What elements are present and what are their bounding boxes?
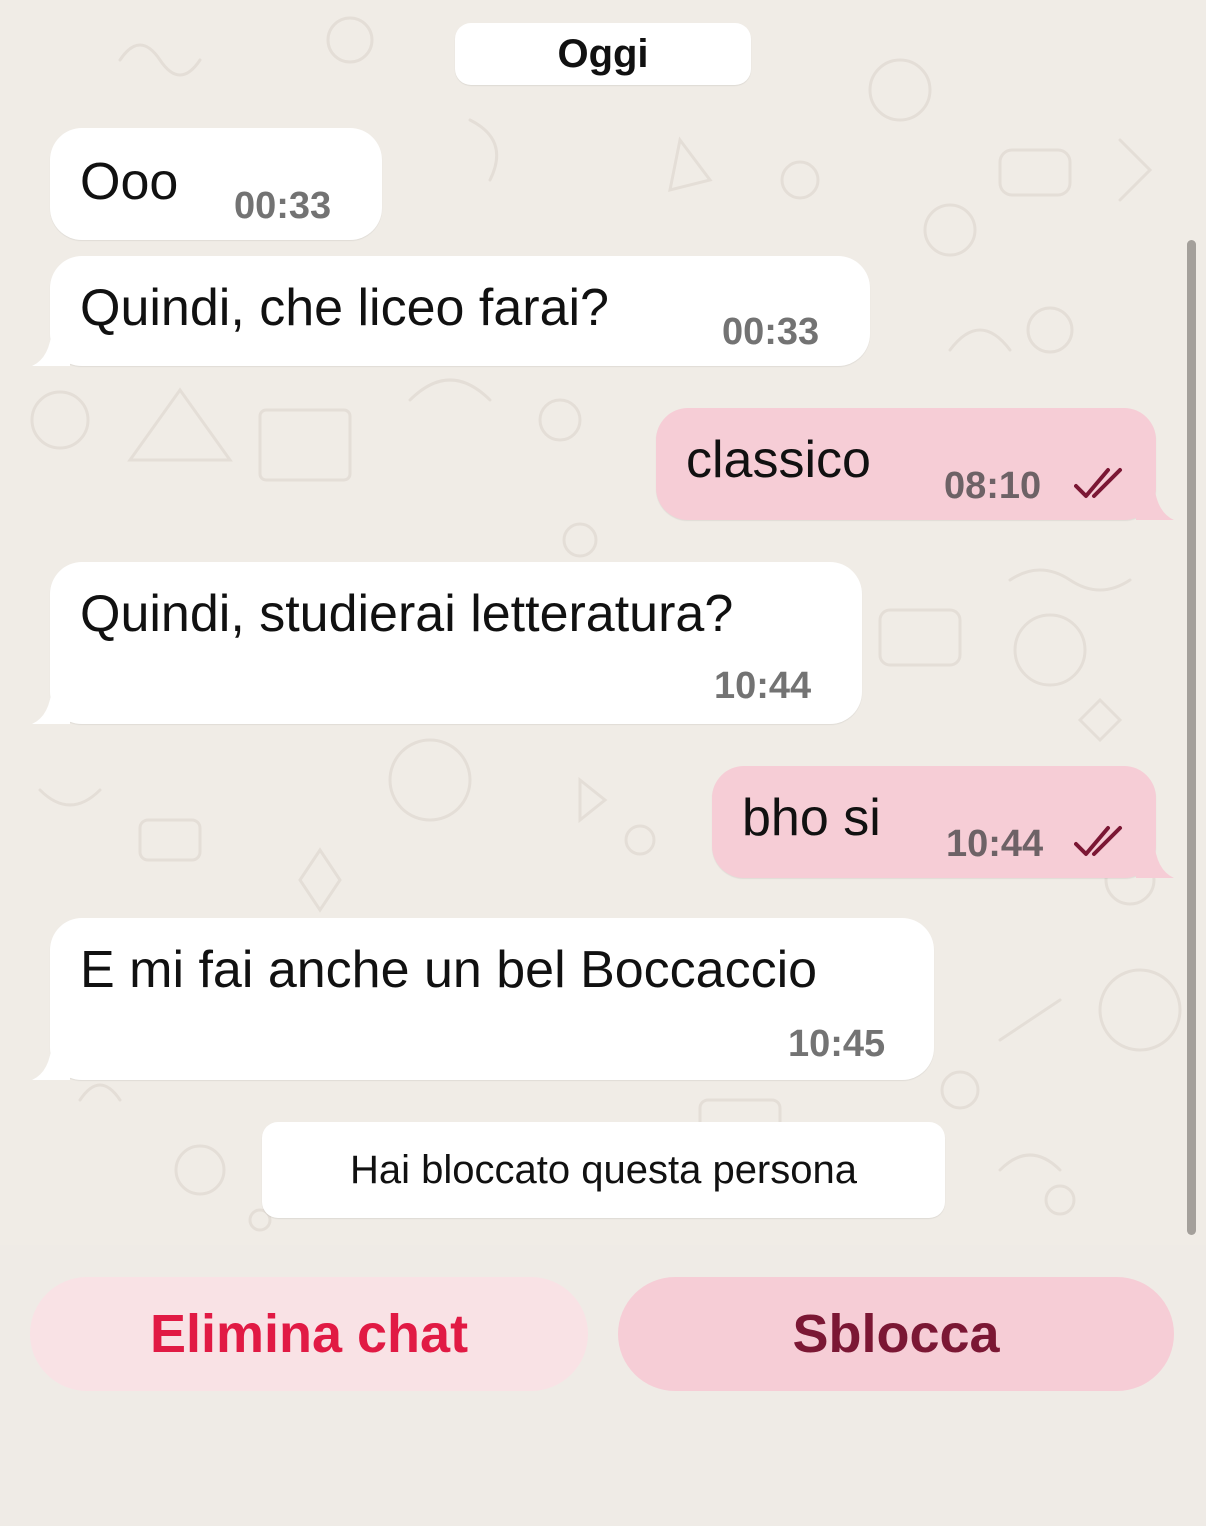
- message-time: 00:33: [722, 311, 820, 353]
- message-bubble-incoming[interactable]: E mi fai anche un bel Boccaccio 10:45: [50, 918, 934, 1080]
- bubble-tail: [1136, 482, 1174, 520]
- message-time: 10:44: [714, 665, 812, 707]
- message-time: 10:44: [946, 823, 1044, 865]
- message-bubble-outgoing[interactable]: bho si 10:44: [712, 766, 1156, 878]
- bubble-tail: [32, 328, 70, 366]
- message-bubble-outgoing[interactable]: classico 08:10: [656, 408, 1156, 520]
- message-text: Ooo: [80, 153, 179, 211]
- message-text: Quindi, studierai letteratura?: [80, 585, 734, 643]
- bubble-tail: [32, 1042, 70, 1080]
- message-time: 00:33: [234, 185, 332, 227]
- bubble-tail: [32, 686, 70, 724]
- scrollbar[interactable]: [1187, 240, 1196, 1235]
- date-separator: Oggi: [455, 23, 751, 85]
- message-text: E mi fai anche un bel Boccaccio: [80, 941, 818, 999]
- unblock-button[interactable]: Sblocca: [618, 1277, 1174, 1391]
- message-bubble-incoming[interactable]: Ooo 00:33: [50, 128, 382, 240]
- message-text: classico: [686, 431, 871, 489]
- blocked-notice: Hai bloccato questa persona: [262, 1122, 945, 1218]
- message-bubble-incoming[interactable]: Quindi, studierai letteratura? 10:44: [50, 562, 862, 724]
- message-text: Quindi, che liceo farai?: [80, 279, 609, 337]
- message-time: 10:45: [788, 1023, 886, 1065]
- double-check-icon: [1074, 826, 1122, 856]
- double-check-icon: [1074, 468, 1122, 498]
- message-bubble-incoming[interactable]: Quindi, che liceo farai? 00:33: [50, 256, 870, 366]
- message-time: 08:10: [944, 465, 1042, 507]
- message-text: bho si: [742, 789, 881, 847]
- delete-chat-button[interactable]: Elimina chat: [30, 1277, 588, 1391]
- bubble-tail: [1136, 840, 1174, 878]
- chat-area[interactable]: Oggi Ooo 00:33 Quindi, che liceo farai? …: [0, 0, 1206, 1245]
